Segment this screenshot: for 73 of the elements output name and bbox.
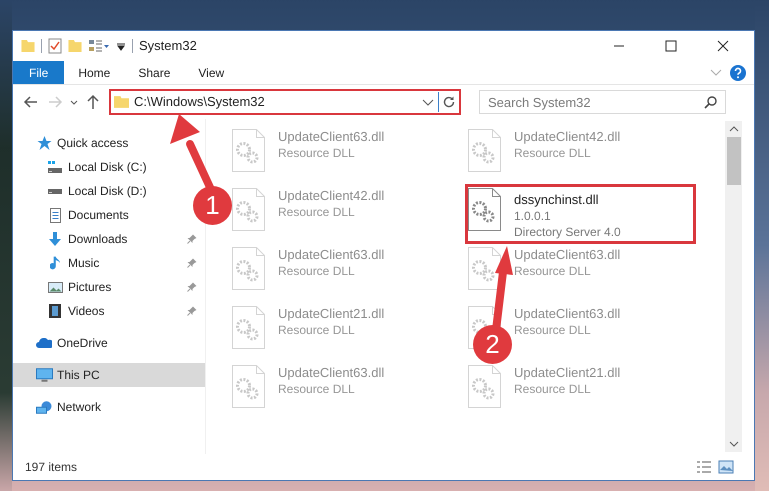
scrollbar[interactable] xyxy=(725,121,742,452)
pin-icon[interactable] xyxy=(187,282,197,292)
sidebar-item[interactable]: Documents xyxy=(13,203,135,227)
sidebar-item[interactable]: This PC xyxy=(13,363,205,387)
search-icon xyxy=(704,95,718,109)
customize-toolbar-icon[interactable] xyxy=(116,41,126,51)
cloud-icon xyxy=(36,338,52,348)
picture-icon xyxy=(48,282,62,292)
star-icon xyxy=(36,136,52,150)
sidebar-label: Network xyxy=(57,399,102,416)
sidebar-item[interactable]: Music xyxy=(13,251,106,275)
monitor-icon xyxy=(36,368,52,382)
details-view-icon[interactable] xyxy=(696,461,712,473)
sidebar-item[interactable]: Local Disk (C:) xyxy=(13,155,153,179)
sidebar-label: Music xyxy=(68,255,100,272)
sidebar-item[interactable]: OneDrive xyxy=(13,331,114,355)
sidebar-label: Pictures xyxy=(68,279,112,296)
ribbon-tab[interactable]: Home xyxy=(64,61,124,84)
file-detail: Resource DLL xyxy=(278,381,356,397)
file-detail: Resource DLL xyxy=(278,145,356,161)
sidebar-item[interactable]: Local Disk (D:) xyxy=(13,179,153,203)
sidebar-item[interactable]: Pictures xyxy=(13,275,118,299)
film-icon xyxy=(49,304,61,318)
folder-icon[interactable] xyxy=(21,40,35,52)
file-detail: Resource DLL xyxy=(514,381,592,397)
sidebar-item[interactable]: Downloads xyxy=(13,227,134,251)
sidebar-label: Local Disk (C:) xyxy=(68,159,147,176)
file-detail: Resource DLL xyxy=(278,204,356,220)
sidebar-label: This PC xyxy=(57,367,100,384)
sidebar-label: Videos xyxy=(68,303,104,320)
search-field[interactable]: Search System32 xyxy=(479,90,726,114)
sidebar-item[interactable]: Videos xyxy=(13,299,110,323)
pin-icon[interactable] xyxy=(187,234,197,244)
item-count: 197 items xyxy=(25,459,78,476)
file-detail: Resource DLL xyxy=(278,263,356,279)
file-detail: Resource DLL xyxy=(514,322,592,338)
help-icon[interactable] xyxy=(730,64,746,80)
ribbon-tab[interactable]: Share xyxy=(124,61,184,84)
refresh-icon[interactable] xyxy=(441,94,457,110)
file-detail: Resource DLL xyxy=(514,145,592,161)
sidebar-item[interactable]: Quick access xyxy=(13,131,134,155)
file-detail: Directory Server 4.0 xyxy=(514,224,621,240)
sidebar-label: Documents xyxy=(68,207,129,224)
drive-icon xyxy=(48,161,62,173)
sidebar-item[interactable]: Network xyxy=(13,395,108,419)
sidebar-label: Quick access xyxy=(57,135,128,152)
drive-icon xyxy=(48,188,62,194)
sidebar-label: Local Disk (D:) xyxy=(68,183,147,200)
file-detail: Resource DLL xyxy=(278,322,356,338)
new-folder-icon[interactable] xyxy=(68,40,82,52)
address-bar[interactable]: C:\Windows\System32 xyxy=(109,89,461,115)
file-name[interactable]: dssynchinst.dll xyxy=(514,192,621,208)
file-detail: Resource DLL xyxy=(514,263,592,279)
view-options-icon[interactable] xyxy=(88,39,110,53)
window-title: System32 xyxy=(139,37,197,56)
folder-icon xyxy=(114,96,129,108)
pin-icon[interactable] xyxy=(187,306,197,316)
scroll-thumb[interactable] xyxy=(726,137,740,185)
ribbon-tab[interactable]: View xyxy=(184,61,238,84)
network-icon xyxy=(36,400,52,414)
document-icon xyxy=(50,208,60,222)
download-icon xyxy=(49,232,61,246)
file-detail: 1.0.0.1 xyxy=(514,208,552,224)
address-path: C:\Windows\System32 xyxy=(134,93,266,112)
file-icon[interactable] xyxy=(468,188,501,231)
sidebar-label: Downloads xyxy=(68,231,128,248)
large-icons-view-icon[interactable] xyxy=(718,460,734,474)
music-note-icon xyxy=(50,256,60,270)
properties-icon[interactable] xyxy=(48,38,62,54)
ribbon-tab[interactable]: File xyxy=(13,61,64,84)
expand-ribbon-icon[interactable] xyxy=(710,68,722,76)
sidebar-label: OneDrive xyxy=(57,335,108,352)
pin-icon[interactable] xyxy=(187,258,197,268)
